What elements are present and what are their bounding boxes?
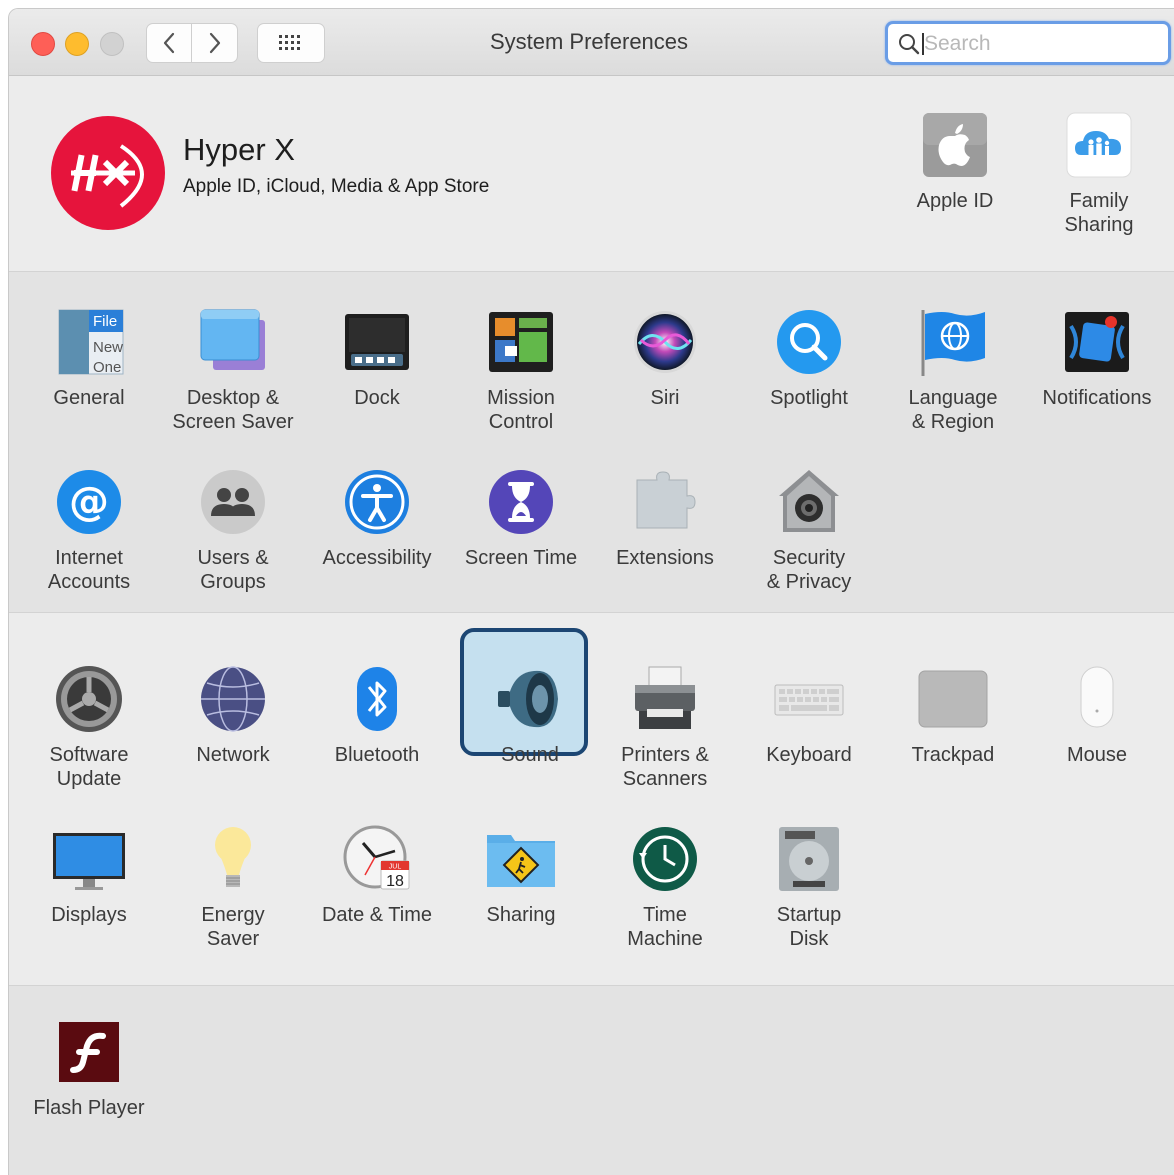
- pref-energy-saver[interactable]: Energy Saver: [161, 823, 305, 973]
- displays-icon: [53, 823, 125, 895]
- accessibility-icon: [341, 466, 413, 538]
- desktop-screen-saver-icon: [197, 306, 269, 378]
- search-icon: [899, 34, 920, 55]
- pref-users-groups[interactable]: Users & Groups: [161, 466, 305, 616]
- notifications-icon: [1061, 306, 1133, 378]
- pref-printers-scanners[interactable]: Printers & Scanners: [593, 663, 737, 813]
- account-section: Hyper X Apple ID, iCloud, Media & App St…: [9, 76, 1174, 272]
- svg-text:File: File: [93, 313, 117, 330]
- hyperx-logo-icon: [71, 144, 144, 208]
- extensions-icon: [629, 466, 701, 538]
- pref-siri[interactable]: Siri: [593, 306, 737, 456]
- pref-internet-accounts[interactable]: @ Internet Accounts: [17, 466, 161, 616]
- pref-extensions[interactable]: Extensions: [593, 466, 737, 616]
- minimize-window-button[interactable]: [65, 32, 89, 56]
- svg-text:JUL: JUL: [389, 864, 402, 871]
- pref-network[interactable]: Network: [161, 663, 305, 813]
- network-icon: [197, 663, 269, 735]
- siri-icon: [629, 306, 701, 378]
- pref-keyboard[interactable]: Keyboard: [737, 663, 881, 813]
- pref-time-machine[interactable]: Time Machine: [593, 823, 737, 973]
- system-preferences-window: System Preferences Hyper X Apple ID, iCl…: [8, 8, 1174, 1175]
- svg-text:One: One: [93, 359, 121, 376]
- back-button[interactable]: [146, 23, 192, 63]
- apple-id-icon: [919, 109, 991, 181]
- pref-screen-time[interactable]: Screen Time: [449, 466, 593, 616]
- pref-mouse[interactable]: Mouse: [1025, 663, 1169, 813]
- spotlight-icon: [773, 306, 845, 378]
- sharing-icon: [485, 823, 557, 895]
- pref-security-privacy[interactable]: Security & Privacy: [737, 466, 881, 616]
- grid-icon: [279, 35, 300, 50]
- sound-icon: [494, 663, 566, 735]
- pref-date-time[interactable]: JUL 18 Date & Time: [305, 823, 449, 973]
- search-input[interactable]: [922, 29, 1156, 59]
- personal-preferences-section: File New One General Desktop & Screen Sa…: [9, 272, 1174, 613]
- pref-family-sharing[interactable]: Family Sharing: [1027, 109, 1171, 259]
- forward-button[interactable]: [192, 23, 238, 63]
- svg-text:@: @: [69, 479, 109, 525]
- keyboard-icon: [773, 663, 845, 735]
- hardware-preferences-section: Software Update Network Bluetooth Sound …: [9, 613, 1174, 986]
- pref-desktop-screen-saver[interactable]: Desktop & Screen Saver: [161, 306, 305, 456]
- pref-accessibility[interactable]: Accessibility: [305, 466, 449, 616]
- users-groups-icon: [197, 466, 269, 538]
- trackpad-icon: [917, 663, 989, 735]
- bluetooth-icon: [341, 663, 413, 735]
- pref-mission-control[interactable]: Mission Control: [449, 306, 593, 456]
- pref-general[interactable]: File New One General: [17, 306, 161, 456]
- text-cursor: [922, 33, 924, 55]
- svg-text:18: 18: [386, 873, 404, 890]
- chevron-left-icon: [163, 32, 175, 54]
- dock-icon: [341, 306, 413, 378]
- software-update-icon: [53, 663, 125, 735]
- pref-startup-disk[interactable]: Startup Disk: [737, 823, 881, 973]
- startup-disk-icon: [773, 823, 845, 895]
- time-machine-icon: [629, 823, 701, 895]
- chevron-right-icon: [209, 32, 220, 54]
- pref-sharing[interactable]: Sharing: [449, 823, 593, 973]
- pref-apple-id[interactable]: Apple ID: [883, 109, 1027, 259]
- flash-player-icon: [53, 1016, 125, 1088]
- screen-time-icon: [485, 466, 557, 538]
- user-avatar[interactable]: [51, 116, 165, 230]
- zoom-window-button[interactable]: [100, 32, 124, 56]
- pref-software-update[interactable]: Software Update: [17, 663, 161, 813]
- account-subtitle: Apple ID, iCloud, Media & App Store: [183, 176, 490, 197]
- pref-dock[interactable]: Dock: [305, 306, 449, 456]
- pref-displays[interactable]: Displays: [17, 823, 161, 973]
- security-privacy-icon: [773, 466, 845, 538]
- energy-saver-icon: [197, 823, 269, 895]
- svg-text:New: New: [93, 339, 123, 356]
- printers-scanners-icon: [629, 663, 701, 735]
- language-region-icon: [917, 306, 989, 378]
- mouse-icon: [1061, 663, 1133, 735]
- general-icon: File New One: [53, 306, 125, 378]
- pref-notifications[interactable]: Notifications: [1025, 306, 1169, 456]
- family-sharing-icon: [1063, 109, 1135, 181]
- pref-flash-player[interactable]: Flash Player: [17, 1016, 161, 1166]
- pref-language-region[interactable]: Language & Region: [881, 306, 1025, 456]
- toolbar: System Preferences: [9, 9, 1174, 76]
- pref-trackpad[interactable]: Trackpad: [881, 663, 1025, 813]
- show-all-button[interactable]: [257, 23, 325, 63]
- pref-spotlight[interactable]: Spotlight: [737, 306, 881, 456]
- pref-bluetooth[interactable]: Bluetooth: [305, 663, 449, 813]
- internet-accounts-icon: @: [53, 466, 125, 538]
- window-title: System Preferences: [489, 29, 689, 54]
- mission-control-icon: [485, 306, 557, 378]
- search-field[interactable]: [885, 21, 1171, 65]
- other-preferences-section: Flash Player: [9, 986, 1174, 1175]
- close-window-button[interactable]: [31, 32, 55, 56]
- pref-sound[interactable]: Sound: [458, 628, 602, 813]
- date-time-icon: JUL 18: [341, 823, 413, 895]
- account-name: Hyper X: [183, 132, 295, 167]
